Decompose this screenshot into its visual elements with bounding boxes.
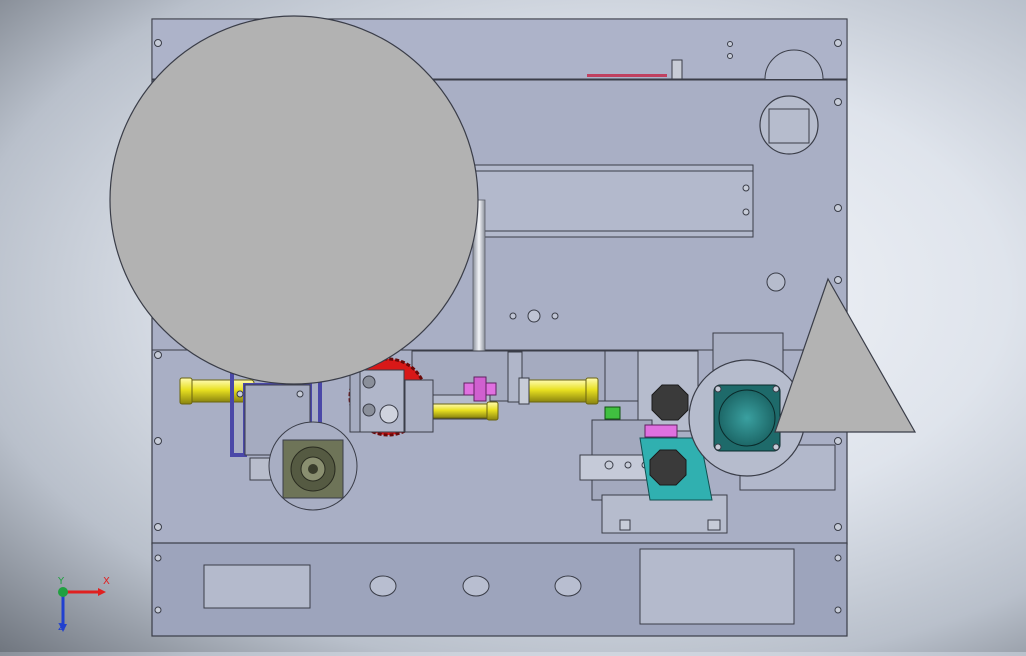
axis-triad (58, 587, 106, 632)
y-axis-marker (58, 587, 68, 597)
z-axis-label: Z (58, 622, 65, 633)
cad-viewport[interactable]: X Y Z (0, 0, 1026, 652)
dark-block-upper[interactable] (651, 384, 689, 421)
large-disc[interactable] (109, 15, 479, 385)
top-pin (671, 59, 683, 80)
pink-block[interactable] (644, 424, 678, 438)
display-window-left[interactable] (203, 564, 311, 609)
lower-left-motor[interactable] (268, 421, 358, 511)
assembly-drawing[interactable] (0, 0, 1026, 652)
horizontal-beam[interactable] (469, 164, 754, 238)
knob-1[interactable] (369, 575, 397, 597)
small-cutout (766, 272, 786, 292)
y-axis-label: Y (58, 576, 65, 587)
knob-3[interactable] (554, 575, 582, 597)
dark-block-lower[interactable] (649, 449, 687, 486)
top-strip (587, 74, 667, 77)
knob-2[interactable] (462, 575, 490, 597)
front-panel[interactable] (151, 542, 848, 637)
x-axis-label: X (103, 576, 110, 587)
display-window-right[interactable] (639, 548, 795, 625)
green-indicator[interactable] (604, 406, 621, 420)
